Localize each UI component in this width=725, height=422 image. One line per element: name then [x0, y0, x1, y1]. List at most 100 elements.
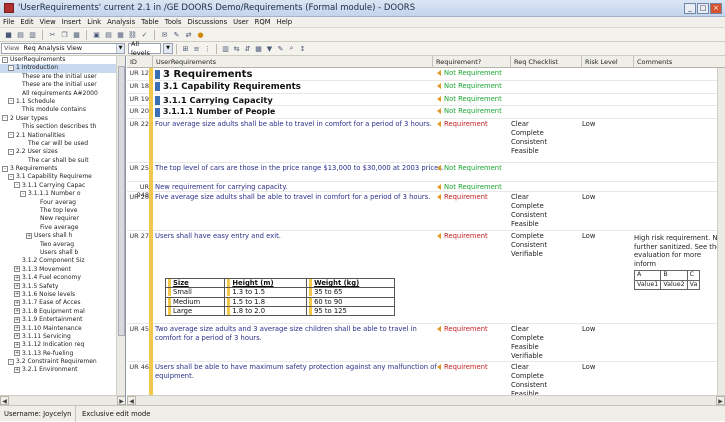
table-row[interactable]: UR 26 Five average size adults shall be a…	[127, 192, 725, 231]
grid-icon[interactable]: ▦	[253, 43, 264, 54]
close-button[interactable]: ×	[710, 3, 722, 14]
collapse-icon[interactable]: -	[2, 56, 8, 63]
collapse-icon[interactable]: -	[8, 64, 14, 71]
table-row[interactable]: UR 25 The top level of cars are those in …	[127, 163, 725, 182]
scroll-left-icon[interactable]: ◀	[127, 396, 136, 405]
column-header-checklist[interactable]: Req Checklist	[511, 56, 582, 68]
tree-node[interactable]: Users shall b	[0, 249, 117, 257]
table-row[interactable]: UR 12 3 Requirements Not Requirement	[127, 68, 725, 81]
levels-select[interactable]: All levels	[128, 40, 161, 57]
tree-node[interactable]: +3.1.8 Equipment mal	[0, 308, 117, 316]
tree-node[interactable]: -3 Requirements	[0, 165, 117, 173]
req-checklist[interactable]: Clear Complete Consistent Feasible	[511, 120, 575, 156]
discussion-icon[interactable]: ✉	[159, 29, 170, 40]
expand-icon[interactable]: +	[14, 291, 20, 298]
menu-item-rqm[interactable]: RQM	[252, 18, 274, 26]
size-table-cell[interactable]: 60 to 90	[306, 296, 395, 307]
menu-item-file[interactable]: File	[0, 18, 17, 26]
collapse-icon[interactable]: -	[14, 182, 20, 189]
filter-icon[interactable]: ▼	[264, 43, 275, 54]
collapse-icon[interactable]: -	[8, 358, 14, 365]
table-row[interactable]: UR 20 3.1.1.1 Number of People Not Require…	[127, 106, 725, 119]
menu-item-insert[interactable]: Insert	[59, 18, 85, 26]
tree-node[interactable]: +3.1.7 Ease of Acces	[0, 299, 117, 307]
tree-node[interactable]: -2 User types	[0, 115, 117, 123]
graphics-icon[interactable]: ⋮	[202, 43, 213, 54]
requirement-flag[interactable]: Not Requirement	[437, 82, 505, 90]
spellcheck-icon[interactable]: ✓	[139, 29, 150, 40]
size-table-cell[interactable]: Large	[164, 305, 226, 317]
tree-node[interactable]: These are the initial user	[0, 81, 117, 89]
requirement-text[interactable]: New requirement for carrying capacity.	[155, 183, 445, 192]
tree-node[interactable]: -1.1 Schedule	[0, 98, 117, 106]
requirement-flag[interactable]: Not Requirement	[437, 69, 505, 77]
collapse-icon[interactable]: -	[8, 98, 14, 105]
tree-node[interactable]: -3.1.1.1 Number o	[0, 190, 117, 198]
tree-node[interactable]: 3.1.2 Component Siz	[0, 257, 117, 265]
tree-vertical-scrollbar[interactable]	[116, 56, 125, 395]
expand-icon[interactable]: +	[26, 232, 32, 239]
requirement-flag[interactable]: Requirement	[437, 193, 505, 201]
size-table-cell[interactable]: Size	[164, 277, 226, 289]
requirement-flag[interactable]: Requirement	[437, 120, 505, 128]
collapse-icon[interactable]: -	[2, 165, 8, 172]
tree-node[interactable]: - UserRequirements	[0, 56, 117, 64]
table-row[interactable]: UR 948 New requirement for carrying capac…	[127, 182, 725, 199]
requirement-flag[interactable]: Not Requirement	[437, 107, 505, 115]
columns-icon[interactable]: ▥	[220, 43, 231, 54]
requirement-flag[interactable]: Requirement	[437, 232, 505, 240]
size-table-cell[interactable]: 35 to 65	[306, 287, 395, 298]
levels-dropdown-button[interactable]: ▼	[163, 43, 173, 54]
cut-icon[interactable]: ✂	[47, 29, 58, 40]
requirement-text[interactable]: 3.1.1.1 Number of People	[155, 107, 445, 117]
risk-level[interactable]: Low	[582, 363, 630, 371]
tree-node[interactable]: The top leve	[0, 207, 117, 215]
requirement-text[interactable]: The top level of cars are those in the p…	[155, 164, 445, 173]
size-table-cell[interactable]: Small	[164, 287, 226, 298]
tree-node[interactable]: These are the initial user	[0, 73, 117, 81]
column-header-risk[interactable]: Risk Level	[582, 56, 634, 68]
grid-horizontal-scrollbar[interactable]: ◀ ▶	[127, 395, 725, 405]
size-table-cell[interactable]: Medium	[164, 296, 226, 307]
table-row[interactable]: UR 18 3.1 Capability Requirements Not Requ…	[127, 81, 725, 94]
scroll-right-icon[interactable]: ▶	[117, 396, 125, 405]
tree-node[interactable]: Four averag	[0, 199, 117, 207]
comments-cell[interactable]: High risk requirement. Ne further saniti…	[634, 234, 725, 290]
outline-icon[interactable]: ≡	[191, 43, 202, 54]
expand-icon[interactable]: +	[14, 266, 20, 273]
link-icon[interactable]: ⛓	[127, 29, 138, 40]
menu-item-view[interactable]: View	[37, 18, 59, 26]
copy-icon[interactable]: ❐	[59, 29, 70, 40]
collapse-icon[interactable]: -	[20, 190, 26, 197]
menu-item-link[interactable]: Link	[84, 18, 104, 26]
risk-level[interactable]: Low	[582, 193, 630, 201]
color-icon[interactable]: ●	[195, 29, 206, 40]
expand-icon[interactable]: +	[14, 341, 20, 348]
column-header-text[interactable]: UserRequirements	[153, 56, 433, 68]
expand-icon[interactable]: +	[14, 333, 20, 340]
compare-icon[interactable]: ⇄	[183, 29, 194, 40]
expand-icon[interactable]: +	[14, 274, 20, 281]
size-table-cell[interactable]: Weight (kg)	[306, 277, 395, 289]
tree-node[interactable]: +3.1.4 Fuel economy	[0, 274, 117, 282]
expand-icon[interactable]: +	[14, 283, 20, 290]
expand-icon[interactable]: +	[14, 325, 20, 331]
tree-node[interactable]: This module contains	[0, 106, 117, 114]
size-table-cell[interactable]: 1.8 to 2.0	[224, 305, 308, 317]
insert-below-icon[interactable]: ▤	[103, 29, 114, 40]
print-preview-icon[interactable]: ▥	[27, 29, 38, 40]
tree-scroll-thumb[interactable]	[118, 66, 125, 336]
expand-icon[interactable]: +	[14, 366, 20, 373]
menu-item-tools[interactable]: Tools	[162, 18, 185, 26]
requirement-flag[interactable]: Not Requirement	[437, 95, 505, 103]
table-row[interactable]: UR 22 Four average size adults shall be a…	[127, 119, 725, 163]
tree-node[interactable]: New requirer	[0, 215, 117, 223]
table-row[interactable]: UR 19 3.1.1 Carrying Capacity Not Requirem…	[127, 94, 725, 106]
column-header-comments[interactable]: Comments	[634, 56, 725, 68]
tree-node[interactable]: -1 Introduction	[0, 64, 117, 73]
size-table-cell[interactable]: Height (m)	[224, 277, 308, 289]
paste-icon[interactable]: ▦	[71, 29, 82, 40]
column-header-requirement[interactable]: Requirement?	[433, 56, 511, 68]
requirement-flag[interactable]: Requirement	[437, 325, 505, 333]
tree-node[interactable]: -3.1.1 Carrying Capac	[0, 182, 117, 190]
